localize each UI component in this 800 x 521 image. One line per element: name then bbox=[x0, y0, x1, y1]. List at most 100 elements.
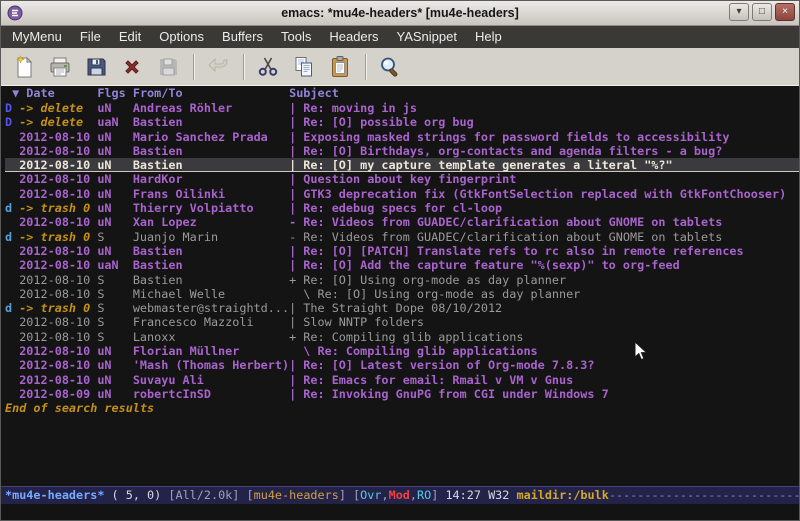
message-date: 2012-08-10 bbox=[19, 315, 97, 329]
message-row[interactable]: 2012-08-10SMichael Welle \ Re: [O] Using… bbox=[5, 287, 799, 301]
menu-item-headers[interactable]: Headers bbox=[320, 26, 387, 48]
message-row[interactable]: 2012-08-09uNrobertcInSD| Re: Invoking Gn… bbox=[5, 387, 799, 401]
message-flags: S bbox=[97, 330, 133, 344]
cut-button[interactable] bbox=[251, 52, 285, 82]
message-from: Juanjo Marin bbox=[133, 230, 289, 244]
search-button[interactable] bbox=[373, 52, 407, 82]
undo-button bbox=[201, 52, 235, 82]
menu-item-buffers[interactable]: Buffers bbox=[213, 26, 272, 48]
modeline-folder: maildir:/bulk bbox=[517, 488, 609, 502]
menu-item-help[interactable]: Help bbox=[466, 26, 511, 48]
print-icon bbox=[48, 55, 72, 79]
menu-item-yasnippet[interactable]: YASnippet bbox=[387, 26, 465, 48]
message-flags: uN bbox=[97, 187, 133, 201]
message-row[interactable]: 2012-08-10uNSuvayu Ali| Re: Emacs for em… bbox=[5, 373, 799, 387]
print-button[interactable] bbox=[43, 52, 77, 82]
message-flags: uN bbox=[97, 244, 133, 258]
new-file-button[interactable] bbox=[7, 52, 41, 82]
message-subject: + Re: Compiling glib applications bbox=[289, 330, 523, 344]
message-flags: uN bbox=[97, 101, 133, 115]
message-row[interactable]: D-> deleteuNAndreas Röhler| Re: moving i… bbox=[5, 101, 799, 115]
message-from: Andreas Röhler bbox=[133, 101, 289, 115]
message-row[interactable]: 2012-08-10uNFlorian Müllner \ Re: Compil… bbox=[5, 344, 799, 358]
message-row[interactable]: 2012-08-10uNBastien| Re: [O] Birthdays, … bbox=[5, 144, 799, 158]
message-subject: | Re: [O] [PATCH] Translate refs to rc a… bbox=[289, 244, 744, 258]
save-button[interactable] bbox=[79, 52, 113, 82]
message-date: 2012-08-09 bbox=[19, 387, 97, 401]
message-mark bbox=[5, 344, 19, 358]
message-list: D-> deleteuNAndreas Röhler| Re: moving i… bbox=[5, 101, 799, 401]
menu-item-tools[interactable]: Tools bbox=[272, 26, 320, 48]
modeline-ovr: Ovr bbox=[360, 488, 381, 502]
message-row[interactable]: 2012-08-10uNXan Lopez- Re: Videos from G… bbox=[5, 215, 799, 229]
menu-item-options[interactable]: Options bbox=[150, 26, 213, 48]
maximize-button[interactable]: □ bbox=[752, 3, 772, 21]
message-row[interactable]: 2012-08-10uaNBastien| Re: [O] Add the ca… bbox=[5, 258, 799, 272]
message-row[interactable]: 2012-08-10uNHardKor| Question about key … bbox=[5, 172, 799, 186]
message-from: Lanoxx bbox=[133, 330, 289, 344]
modeline-ro: RO bbox=[417, 488, 431, 502]
menu-item-mymenu[interactable]: MyMenu bbox=[3, 26, 71, 48]
message-row[interactable]: 2012-08-10SLanoxx+ Re: Compiling glib ap… bbox=[5, 330, 799, 344]
paste-icon bbox=[328, 55, 352, 79]
mode-line[interactable]: *mu4e-headers* ( 5, 0) [All/2.0k] [mu4e-… bbox=[1, 486, 799, 504]
message-flags: uN bbox=[97, 373, 133, 387]
message-date: 2012-08-10 bbox=[19, 187, 97, 201]
message-from: Thierry Volpiatto bbox=[133, 201, 289, 215]
message-subject: | Re: [O] my capture template generates … bbox=[289, 158, 673, 172]
message-flags: uaN bbox=[97, 115, 133, 129]
message-subject: | Re: Emacs for email: Rmail v VM v Gnus bbox=[289, 373, 573, 387]
message-row[interactable]: d-> trash 0Swebmaster@straightd...| The … bbox=[5, 301, 799, 315]
message-row[interactable]: 2012-08-10SFrancesco Mazzoli| Slow NNTP … bbox=[5, 315, 799, 329]
save-as-icon bbox=[156, 55, 180, 79]
message-mark bbox=[5, 215, 19, 229]
titlebar[interactable]: emacs: *mu4e-headers* [mu4e-headers] ▾ □… bbox=[1, 1, 799, 26]
message-mark: D bbox=[5, 101, 19, 115]
menu-item-file[interactable]: File bbox=[71, 26, 110, 48]
message-mark bbox=[5, 258, 19, 272]
message-mark: D bbox=[5, 115, 19, 129]
message-row[interactable]: 2012-08-10uNFrans Oilinki| GTK3 deprecat… bbox=[5, 187, 799, 201]
modeline-mod: Mod bbox=[389, 488, 410, 502]
message-row[interactable]: 2012-08-10SBastien+ Re: [O] Using org-mo… bbox=[5, 273, 799, 287]
save-as-button bbox=[151, 52, 185, 82]
message-mark bbox=[5, 244, 19, 258]
message-flags: uN bbox=[97, 130, 133, 144]
modeline-dashes: ----------------------------------------… bbox=[609, 488, 799, 502]
message-date: 2012-08-10 bbox=[19, 144, 97, 158]
message-date: 2012-08-10 bbox=[19, 373, 97, 387]
message-flags: S bbox=[97, 287, 133, 301]
paste-button[interactable] bbox=[323, 52, 357, 82]
message-row[interactable]: 2012-08-10uNBastien| Re: [O] my capture … bbox=[5, 158, 799, 172]
message-subject: | Slow NNTP folders bbox=[289, 315, 424, 329]
message-row[interactable]: D-> deleteuaNBastien| Re: [O] possible o… bbox=[5, 115, 799, 129]
message-row[interactable]: 2012-08-10uNMario Sanchez Prada| Exposin… bbox=[5, 130, 799, 144]
message-subject: | Re: edebug specs for cl-loop bbox=[289, 201, 502, 215]
message-from: Michael Welle bbox=[133, 287, 289, 301]
message-mark bbox=[5, 158, 19, 172]
message-row[interactable]: d-> trash 0uNThierry Volpiatto| Re: edeb… bbox=[5, 201, 799, 215]
message-date: 2012-08-10 bbox=[19, 287, 97, 301]
message-flags: uN bbox=[97, 201, 133, 215]
minimize-button[interactable]: ▾ bbox=[729, 3, 749, 21]
message-mark bbox=[5, 172, 19, 186]
message-date: 2012-08-10 bbox=[19, 130, 97, 144]
message-date: 2012-08-10 bbox=[19, 158, 97, 172]
message-row[interactable]: 2012-08-10uN'Mash (Thomas Herbert)| Re: … bbox=[5, 358, 799, 372]
close-button[interactable] bbox=[115, 52, 149, 82]
message-row[interactable]: d-> trash 0SJuanjo Marin- Re: Videos fro… bbox=[5, 230, 799, 244]
message-row[interactable]: 2012-08-10uNBastien| Re: [O] [PATCH] Tra… bbox=[5, 244, 799, 258]
minibuffer[interactable] bbox=[1, 504, 799, 520]
message-subject: - Re: Videos from GUADEC/clarification a… bbox=[289, 215, 722, 229]
copy-button[interactable] bbox=[287, 52, 321, 82]
close-button[interactable]: × bbox=[775, 3, 795, 21]
message-subject: | GTK3 deprecation fix (GtkFontSelection… bbox=[289, 187, 786, 201]
message-mark: d bbox=[5, 301, 19, 315]
copy-icon bbox=[292, 55, 316, 79]
message-mark bbox=[5, 387, 19, 401]
menu-item-edit[interactable]: Edit bbox=[110, 26, 150, 48]
modeline-dim: [All/2.0k] bbox=[168, 488, 246, 502]
mu4e-headers-buffer: ▼ Date Flgs From/To Subject D-> deleteuN… bbox=[1, 86, 799, 486]
message-date: -> delete bbox=[19, 101, 97, 115]
message-date: -> delete bbox=[19, 115, 97, 129]
